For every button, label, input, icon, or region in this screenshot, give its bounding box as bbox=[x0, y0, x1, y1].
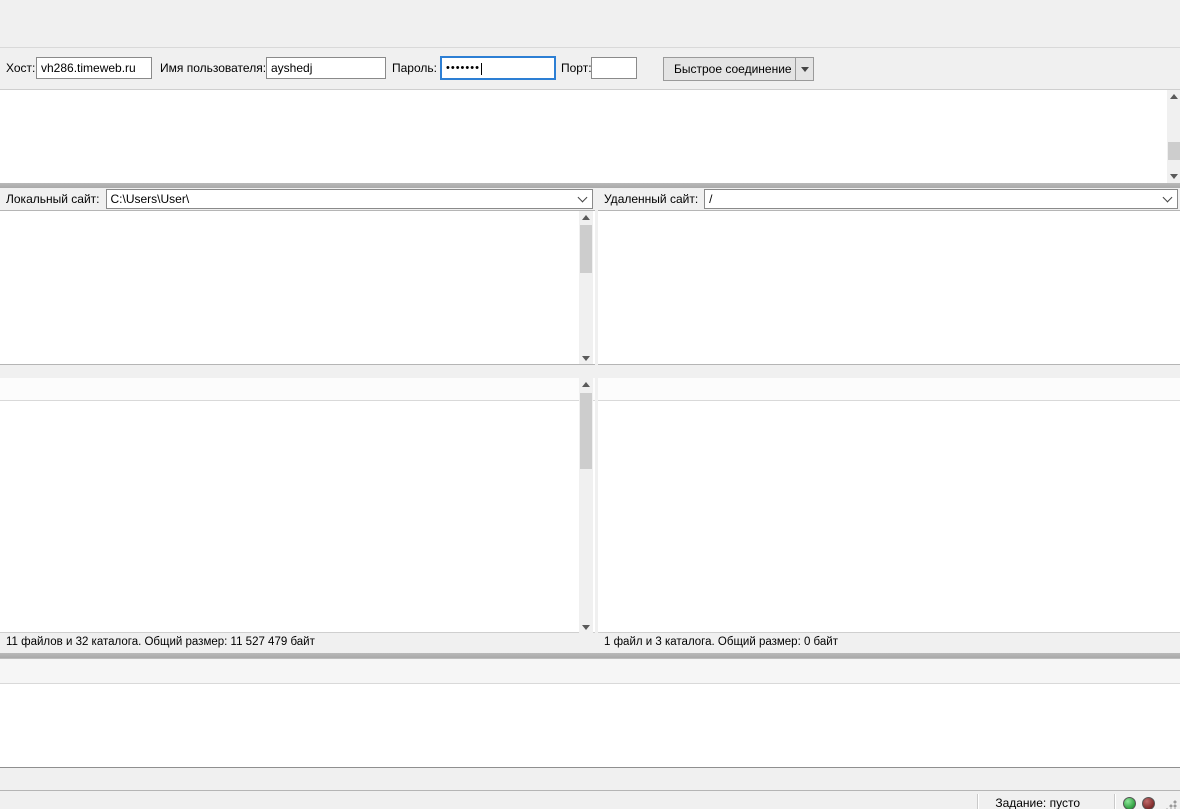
statusbar-separator bbox=[1114, 794, 1116, 809]
queue-tabs bbox=[0, 768, 1180, 790]
remote-path-bar: Удаленный сайт: / bbox=[598, 188, 1180, 211]
local-path-combo[interactable]: C:\Users\User\ bbox=[106, 189, 594, 209]
scrollbar-thumb[interactable] bbox=[1168, 142, 1180, 160]
triangle-up-icon bbox=[582, 382, 590, 387]
menu-bar bbox=[0, 0, 1180, 19]
log-scrollbar[interactable] bbox=[1167, 90, 1180, 183]
resize-grip-icon[interactable] bbox=[1164, 799, 1178, 809]
scroll-down-button[interactable] bbox=[1167, 170, 1180, 183]
remote-site-label: Удаленный сайт: bbox=[598, 192, 704, 206]
message-log bbox=[0, 90, 1180, 183]
chevron-down-icon bbox=[1163, 192, 1173, 202]
triangle-down-icon bbox=[1170, 174, 1178, 179]
local-list-scrollbar[interactable] bbox=[579, 378, 593, 634]
port-label: Порт: bbox=[561, 61, 592, 75]
remote-path-combo[interactable]: / bbox=[704, 189, 1178, 209]
triangle-down-icon bbox=[582, 356, 590, 361]
queue-status-text: Задание: пусто bbox=[995, 796, 1080, 809]
local-path-bar: Локальный сайт: C:\Users\User\ bbox=[0, 188, 595, 211]
local-tree-scrollbar[interactable] bbox=[579, 211, 593, 365]
host-label: Хост: bbox=[6, 61, 35, 75]
remote-panel: Удаленный сайт: / 1 файл и 3 каталога. О… bbox=[598, 188, 1180, 653]
remote-splitter[interactable] bbox=[598, 365, 1180, 378]
password-field[interactable]: ••••••• bbox=[440, 56, 556, 80]
text-caret bbox=[481, 63, 482, 75]
queue-header bbox=[0, 658, 1180, 684]
local-site-label: Локальный сайт: bbox=[0, 192, 106, 206]
connection-ok-led bbox=[1123, 797, 1136, 809]
triangle-down-icon bbox=[582, 625, 590, 630]
scrollbar-thumb[interactable] bbox=[580, 225, 592, 273]
remote-file-list bbox=[598, 378, 1180, 632]
scroll-down-button[interactable] bbox=[579, 352, 593, 365]
remote-list-header bbox=[598, 378, 1180, 401]
triangle-up-icon bbox=[1170, 94, 1178, 99]
local-status-text: 11 файлов и 32 каталога. Общий размер: 1… bbox=[0, 632, 595, 653]
quickconnect-bar: Хост: vh286.timeweb.ru Имя пользователя:… bbox=[0, 48, 1180, 90]
scrollbar-thumb[interactable] bbox=[580, 393, 592, 469]
host-field[interactable]: vh286.timeweb.ru bbox=[36, 57, 152, 79]
quickconnect-button[interactable]: Быстрое соединение bbox=[663, 57, 803, 81]
remote-list-body bbox=[598, 401, 1180, 632]
password-label: Пароль: bbox=[392, 61, 437, 75]
connection-error-led bbox=[1142, 797, 1155, 809]
local-list-body bbox=[0, 401, 595, 632]
filezilla-window: Хост: vh286.timeweb.ru Имя пользователя:… bbox=[0, 0, 1180, 809]
scroll-up-button[interactable] bbox=[579, 211, 593, 224]
scroll-down-button[interactable] bbox=[579, 621, 593, 634]
remote-status-text: 1 файл и 3 каталога. Общий размер: 0 бай… bbox=[598, 632, 1180, 653]
local-panel: Локальный сайт: C:\Users\User\ bbox=[0, 188, 595, 653]
scroll-up-button[interactable] bbox=[579, 378, 593, 391]
chevron-down-icon bbox=[578, 192, 588, 202]
scroll-up-button[interactable] bbox=[1167, 90, 1180, 103]
local-list-header bbox=[0, 378, 595, 401]
quickconnect-dropdown-button[interactable] bbox=[795, 57, 814, 81]
remote-tree bbox=[598, 211, 1180, 365]
chevron-down-icon bbox=[801, 67, 809, 72]
toolbar bbox=[0, 19, 1180, 48]
username-label: Имя пользователя: bbox=[160, 61, 266, 75]
statusbar-separator bbox=[977, 794, 979, 809]
local-splitter[interactable] bbox=[0, 365, 595, 378]
triangle-up-icon bbox=[582, 215, 590, 220]
local-file-list bbox=[0, 378, 595, 632]
local-tree bbox=[0, 211, 595, 365]
username-field[interactable]: ayshedj bbox=[266, 57, 386, 79]
port-field[interactable] bbox=[591, 57, 637, 79]
queue-body bbox=[0, 684, 1180, 768]
status-bar: Задание: пусто bbox=[0, 790, 1180, 809]
